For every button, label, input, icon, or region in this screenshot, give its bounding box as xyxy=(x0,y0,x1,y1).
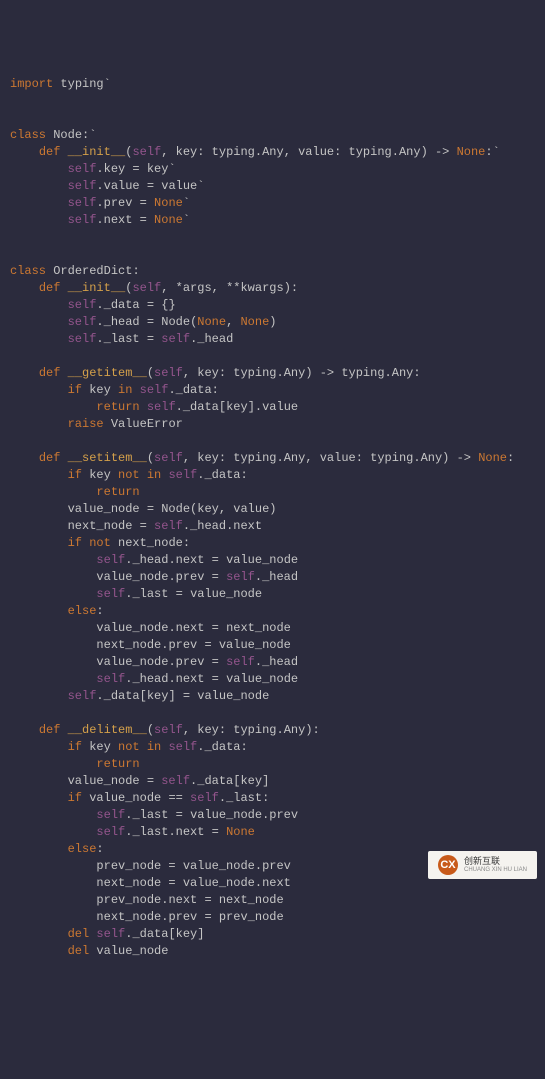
cls-node: Node xyxy=(53,128,82,142)
code-block: import typing` class Node:` def __init__… xyxy=(10,76,545,960)
watermark-sub: CHUANG XIN HU LIAN xyxy=(464,867,527,874)
fn-delitem: __delitem__ xyxy=(68,723,147,737)
fn-getitem: __getitem__ xyxy=(68,366,147,380)
watermark-brand: 创新互联 xyxy=(464,857,527,867)
kw-import: import xyxy=(10,77,53,91)
watermark-logo-icon: CX xyxy=(438,855,458,875)
watermark: CX 创新互联 CHUANG XIN HU LIAN xyxy=(428,851,537,879)
mod-typing: typing xyxy=(60,77,103,91)
kw-class: class xyxy=(10,128,46,142)
fn-init: __init__ xyxy=(68,145,126,159)
fn-setitem: __setitem__ xyxy=(68,451,147,465)
cls-ordereddict: OrderedDict xyxy=(53,264,132,278)
